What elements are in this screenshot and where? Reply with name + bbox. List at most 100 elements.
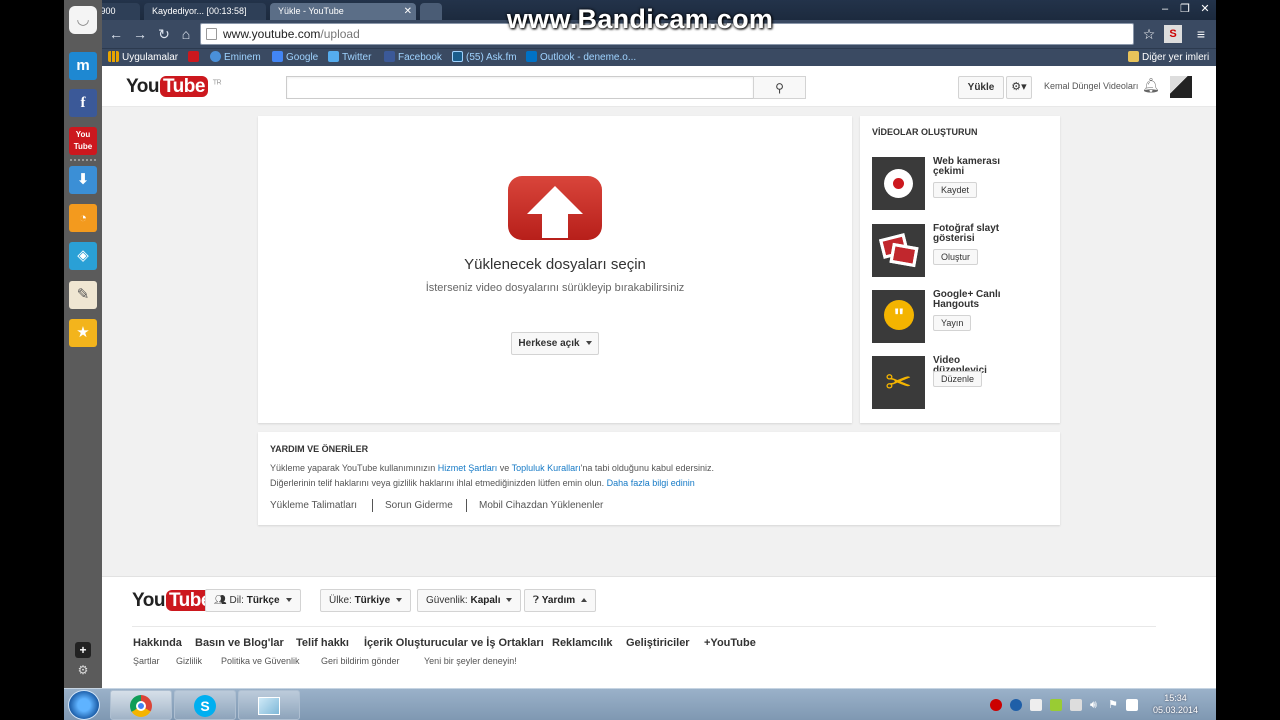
gear-icon: ⚙▾	[1011, 81, 1027, 93]
help-text: ve	[497, 463, 512, 473]
new-tab-button[interactable]	[420, 3, 442, 20]
upload-button[interactable]: Yükle	[958, 76, 1004, 99]
broadcast-button[interactable]: Yayın	[933, 315, 972, 331]
reload-icon[interactable]: ↻	[154, 24, 174, 44]
bookmark-askfm[interactable]: (55) Ask.fm	[452, 51, 517, 65]
footer-youtube-logo[interactable]: You Tube	[132, 590, 214, 612]
settings-menu-button[interactable]: ⚙▾	[1006, 76, 1032, 99]
create-slideshow-button[interactable]: Oluştur	[933, 249, 979, 265]
webcam-record-icon[interactable]	[872, 157, 925, 210]
start-button-icon[interactable]	[68, 690, 100, 720]
star-bookmark-icon[interactable]: ☆	[1140, 25, 1158, 43]
help-button[interactable]: ❓︎ Yardım	[524, 589, 597, 612]
restore-icon[interactable]: ❐	[1176, 2, 1194, 16]
record-button[interactable]: Kaydet	[933, 182, 978, 198]
edit-button[interactable]: Düzenle	[933, 371, 983, 387]
footer-link-creators[interactable]: İçerik Oluşturucular ve İş Ortakları	[364, 637, 544, 649]
photo-slideshow-icon[interactable]	[872, 224, 925, 277]
footer-link-copyright[interactable]: Telif hakkı	[296, 637, 349, 649]
community-guidelines-link[interactable]: Topluluk Kuralları	[512, 463, 581, 473]
tab-2[interactable]: Kaydediyor... [00:13:58]	[144, 3, 266, 20]
footer-sublink-feedback[interactable]: Geri bildirim gönder	[321, 656, 400, 666]
sync-tray-icon[interactable]	[1010, 699, 1022, 711]
youtube-dock-icon[interactable]: You Tube	[69, 127, 97, 155]
facebook-dock-icon[interactable]: f	[69, 89, 97, 117]
upload-title[interactable]: Yüklenecek dosyaları seçin	[258, 256, 852, 273]
add-icon[interactable]: +	[75, 642, 91, 658]
search-button[interactable]: ⚲	[753, 76, 806, 99]
footer-link-press[interactable]: Basın ve Blog'lar	[195, 637, 284, 649]
bookmark-apps[interactable]: Uygulamalar	[108, 51, 178, 65]
twitter-icon	[328, 51, 339, 62]
country-picker[interactable]: Ülke: Türkiye	[320, 589, 412, 612]
volume-icon[interactable]: 🔊︎	[1090, 699, 1102, 711]
minimize-icon[interactable]: –	[1156, 2, 1174, 16]
terms-of-service-link[interactable]: Hizmet Şartları	[438, 463, 498, 473]
close-tab-icon[interactable]: ✕	[404, 3, 412, 20]
mobile-uploads-link[interactable]: Mobil Cihazdan Yüklenenler	[479, 500, 603, 511]
rss-icon[interactable]: ◔	[69, 204, 97, 232]
footer-sublink-privacy[interactable]: Gizlilik	[176, 656, 202, 666]
close-window-icon[interactable]: ✕	[1196, 2, 1214, 16]
smiley-icon[interactable]: ◡	[69, 6, 97, 34]
windows-taskbar: S 🔊︎ ⚑ 15:34 05.03.2014	[64, 688, 1216, 720]
channel-name[interactable]: Kemal Düngel Videoları	[1044, 81, 1138, 91]
footer-link-advertising[interactable]: Reklamcılık	[552, 637, 613, 649]
bookmark-google[interactable]: Google	[272, 51, 318, 65]
shield-tray-icon[interactable]	[1030, 699, 1042, 711]
footer-sublink-try-new[interactable]: Yeni bir şeyler deneyin!	[424, 656, 517, 666]
chevron-down-icon	[285, 598, 292, 602]
footer-sublink-terms[interactable]: Şartlar	[133, 656, 160, 666]
extension-icon[interactable]: S	[1164, 25, 1182, 43]
download-icon[interactable]: ⬇	[69, 166, 97, 194]
taskbar-app[interactable]	[238, 690, 300, 720]
taskbar-skype[interactable]: S	[174, 690, 236, 720]
footer-link-plus-youtube[interactable]: +YouTube	[704, 637, 756, 649]
privacy-dropdown[interactable]: Herkese açık	[511, 332, 599, 355]
back-icon[interactable]: ←	[106, 24, 126, 44]
avatar[interactable]	[1170, 76, 1192, 98]
help-text: 'na tabi olduğunu kabul edersiniz.	[580, 463, 714, 473]
maxthon-icon[interactable]: m	[69, 52, 97, 80]
search-input[interactable]	[286, 76, 754, 99]
taskbar-clock[interactable]: 15:34 05.03.2014	[1153, 692, 1198, 716]
bookmark-youtube[interactable]	[188, 51, 202, 65]
screenshot-icon[interactable]: ◈	[69, 242, 97, 270]
language-picker[interactable]: 👥︎ Dil: Türkçe	[205, 589, 301, 612]
flag-tray-icon[interactable]: ⚑	[1108, 699, 1120, 711]
upload-instructions-link[interactable]: Yükleme Talimatları	[270, 500, 357, 511]
bookmark-eminem[interactable]: Eminem	[210, 51, 261, 65]
home-icon[interactable]: ⌂	[176, 24, 196, 44]
network-tray-icon[interactable]	[1070, 699, 1082, 711]
footer-link-about[interactable]: Hakkında	[133, 637, 182, 649]
footer-link-developers[interactable]: Geliştiriciler	[626, 637, 690, 649]
bookmark-facebook[interactable]: Facebook	[384, 51, 442, 65]
safety-mode-picker[interactable]: Güvenlik: Kapalı	[417, 589, 522, 612]
forward-icon[interactable]: →	[130, 24, 150, 44]
hangouts-icon[interactable]: "	[872, 290, 925, 343]
favorites-star-icon[interactable]: ★	[69, 319, 97, 347]
tray-icon[interactable]	[1126, 699, 1138, 711]
troubleshooting-link[interactable]: Sorun Giderme	[385, 500, 453, 511]
other-bookmarks[interactable]: Diğer yer imleri	[1128, 51, 1209, 65]
url-path: /upload	[320, 27, 360, 41]
footer-sublink-policy[interactable]: Politika ve Güvenlik	[221, 656, 300, 666]
chevron-down-icon	[506, 598, 513, 602]
record-tray-icon[interactable]	[990, 699, 1002, 711]
notifications-bell-icon[interactable]: 🔔︎	[1142, 77, 1160, 94]
upload-arrow-icon[interactable]	[508, 176, 602, 240]
notes-icon[interactable]: ✎	[69, 281, 97, 309]
app-tray-icon[interactable]	[1050, 699, 1062, 711]
help-question-icon: ❓︎	[533, 595, 540, 606]
bookmark-outlook[interactable]: Outlook - deneme.o...	[526, 51, 636, 65]
scissors-icon[interactable]: ✂	[872, 356, 925, 409]
settings-gear-icon[interactable]: ⚙	[75, 662, 91, 678]
bookmark-twitter[interactable]: Twitter	[328, 51, 371, 65]
menu-icon[interactable]: ≡	[1192, 25, 1210, 43]
address-bar[interactable]: www.youtube.com/upload	[200, 23, 1134, 45]
tab-youtube-upload[interactable]: Yükle - YouTube ✕	[270, 3, 416, 20]
learn-more-link[interactable]: Daha fazla bilgi edinin	[607, 478, 695, 488]
youtube-logo[interactable]: You Tube TR	[126, 76, 222, 98]
taskbar-chrome[interactable]	[110, 690, 172, 720]
bookmark-facebook-label: Facebook	[398, 52, 442, 63]
